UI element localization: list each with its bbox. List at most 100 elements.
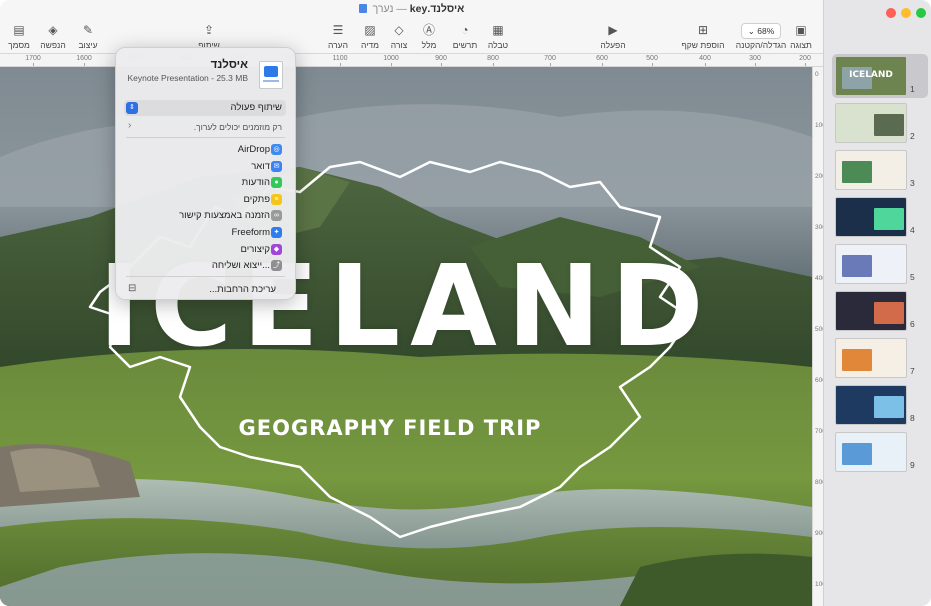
toolbar-document[interactable]: ▤ מסמך [0,22,46,50]
toolbar-share[interactable]: ⇪ שיתוף [182,22,236,50]
share-option-airdrop[interactable]: AirDrop ◎ [124,142,286,157]
toolbar-add-slide[interactable]: ⊞ הוספת שקף [676,22,730,50]
ruler-tick [33,63,34,66]
document-icon [358,4,367,13]
slide-thumbnail-preview [835,338,907,378]
slide-thumbnail-graphic [874,208,904,230]
ruler-tick-label: 400 [699,55,711,62]
slide-thumbnail-9[interactable]: 9 [832,430,928,474]
share-option-label: דואר [251,160,270,172]
ruler-tick [84,63,85,66]
slide-thumbnail-preview [835,432,907,472]
slide-thumbnail-graphic [842,161,872,183]
slide-number: 2 [910,131,915,141]
slide-thumbnail-graphic [842,349,872,371]
slide-thumbnail-graphic [842,443,872,465]
toolbar-label: הערה [327,40,348,50]
ruler-tick-label: 200 [799,55,811,62]
ruler-tick-label: 1000 [383,55,399,62]
shortcuts-icon: ◆ [271,243,282,255]
slide-number: 7 [910,366,915,376]
up-down-chevron-icon: ⇕ [126,102,138,114]
ruler-tick [652,63,653,66]
slide-thumbnail-preview [835,244,907,284]
ruler-tick-label: 1700 [25,55,41,62]
slide-navigator: ICELAND 1 2 3 4 5 6 7 8 9 [823,0,931,606]
mail-icon: ✉ [271,160,282,172]
popover-document-title: איסלנד [210,59,248,71]
popover-document-info: Keynote Presentation - 25.3 MB [127,73,249,83]
play-icon: ▶ [608,23,618,37]
slide-thumbnail-preview [835,385,907,425]
vruler-tick-label: 0 [815,71,819,78]
slide-thumbnail-7[interactable]: 7 [832,336,928,380]
toolbar-play[interactable]: ▶ הפעלה [586,22,640,50]
slide-thumbnail-preview [835,197,907,237]
toolbar-zoom[interactable]: ⌄ 68% הגדלה/הקטנה [734,22,788,50]
add-slide-icon: ⊞ [697,23,709,37]
chevron-left-icon: ‹ [128,120,132,131]
share-option-label: Freeform [231,227,270,238]
slide-number: 1 [910,84,915,94]
zoom-value[interactable]: ⌄ 68% [741,23,781,39]
share-popover: איסלנד Keynote Presentation - 25.3 MB שי… [115,47,296,300]
share-option-messages[interactable]: הודעות ● [124,175,286,190]
ruler-tick [391,63,392,66]
zoom-button[interactable] [916,8,926,18]
share-option-label: הזמנה באמצעות קישור [179,210,270,222]
share-option-export[interactable]: ייצוא ושליחה... ⤴ [124,258,286,273]
slide-thumbnail-preview [835,291,907,331]
share-option-label: AirDrop [237,144,270,155]
messages-icon: ● [271,177,282,189]
edit-extensions-label: עריכת הרחבות... [209,284,276,295]
document-edited-status: — נערך [372,3,407,15]
collaborate-option-select[interactable]: שיתוף פעולה ⇕ [124,100,286,116]
share-option-freeform[interactable]: Freeform ✦ [124,225,286,240]
share-option-notes[interactable]: פתקים ≡ [124,192,286,207]
share-option-label: הודעות [241,177,270,189]
ruler-tick [755,63,756,66]
slide-number: 8 [910,413,915,423]
slide-number: 6 [910,319,915,329]
minimize-button[interactable] [901,8,911,18]
toolbar-comment[interactable]: ☰ הערה [311,22,365,50]
share-option-mail[interactable]: דואר ✉ [124,159,286,174]
collaborate-option-label: שיתוף פעולה [230,102,282,113]
share-option-shortcuts[interactable]: קיצורים ◆ [124,242,286,257]
slide-thumbnail-2[interactable]: 2 [832,101,928,145]
slide-thumbnail-8[interactable]: 8 [832,383,928,427]
slide-thumbnail-3[interactable]: 3 [832,148,928,192]
freeform-icon: ✦ [271,227,282,238]
slide-thumbnail-6[interactable]: 6 [832,289,928,333]
permission-row[interactable]: רק מוזמנים יכולים לערוך. ‹ [124,120,286,134]
close-button[interactable] [886,8,896,18]
slide-thumbnail-preview [835,150,907,190]
ruler-tick [805,63,806,66]
airdrop-icon: ◎ [271,144,282,155]
divider [126,137,285,138]
toolbar-label: הגדלה/הקטנה [735,40,787,50]
document-icon: ▤ [13,23,25,37]
ruler-tick [340,63,341,66]
slide-thumbnail-title: ICELAND [849,70,893,80]
ruler-tick [493,63,494,66]
slide-number: 3 [910,178,915,188]
divider [126,276,285,277]
slide-subtitle[interactable]: GEOGRAPHY FIELD TRIP [0,416,780,440]
slide-thumbnail-graphic [874,114,904,136]
toolbar-label: הוספת שקף [681,40,725,50]
share-option-link[interactable]: הזמנה באמצעות קישור ∞ [124,208,286,223]
permission-label: רק מוזמנים יכולים לערוך. [193,122,282,132]
slide-thumbnail-4[interactable]: 4 [832,195,928,239]
document-title: איסלנד.key — נערך [0,3,823,15]
slide-number: 5 [910,272,915,282]
edit-extensions-item[interactable]: עריכת הרחבות... ⊟ [124,282,286,297]
slide-thumbnail-5[interactable]: 5 [832,242,928,286]
ruler-tick-label: 900 [435,55,447,62]
ruler-tick-label: 1100 [332,55,348,62]
slide-thumbnail-graphic [874,396,904,418]
slide-number: 4 [910,225,915,235]
slide-thumbnail-graphic [874,302,904,324]
slide-thumbnail-1[interactable]: ICELAND 1 [832,54,928,98]
slide-thumbnail-graphic [842,255,872,277]
